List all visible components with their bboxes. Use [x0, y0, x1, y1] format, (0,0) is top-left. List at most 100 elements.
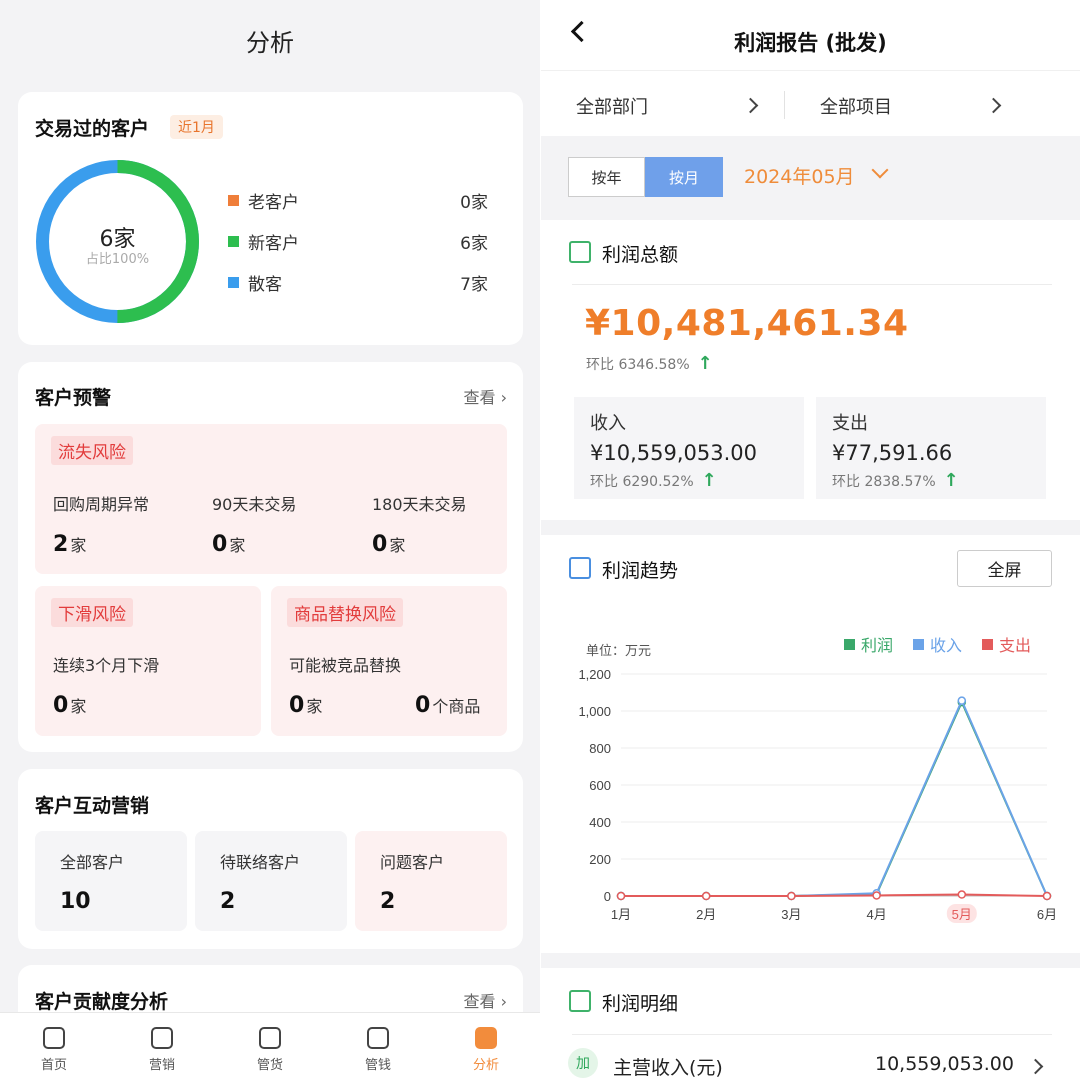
x-tick-label: 6月: [1037, 907, 1057, 922]
by-year-toggle[interactable]: 按年: [568, 157, 645, 197]
detail-value: 10,559,053.00: [874, 1053, 1014, 1075]
stat-value: ¥77,591.66: [832, 441, 953, 465]
nav-item-wallet[interactable]: 管钱: [324, 1013, 432, 1080]
chevron-down-icon[interactable]: [871, 161, 889, 179]
divider: [572, 1034, 1052, 1035]
traded-customers-card[interactable]: 交易过的客户 近1月 6家 占比100% 老客户 0家 新客户 6家 散客 7家: [18, 92, 523, 345]
y-tick-label: 0: [604, 889, 611, 904]
loss-risk-box[interactable]: 流失风险 回购周期异常 2家 90天未交易 0家 180天未交易 0家: [35, 424, 507, 574]
legend-swatch: [228, 276, 239, 288]
view-more-link[interactable]: 查看 ›: [464, 384, 508, 408]
series-line-2: [621, 698, 1048, 897]
by-month-toggle[interactable]: 按月: [645, 157, 723, 197]
analysis-icon: [475, 1027, 497, 1049]
risk-item-value: 2家: [53, 532, 87, 557]
risk-item-label: 180天未交易: [372, 495, 467, 514]
filter-label: 全部部门: [576, 97, 648, 118]
legend-profit[interactable]: 利润: [844, 632, 893, 656]
data-point: [1042, 891, 1052, 901]
filter-divider: [784, 91, 785, 119]
nav-item-analysis[interactable]: 分析: [432, 1013, 540, 1080]
risk-item-label: 连续3个月下滑: [53, 656, 160, 675]
risk-item-value: 0家: [289, 693, 323, 718]
filter-label: 全部项目: [820, 97, 892, 118]
section-title: 利润总额: [602, 244, 679, 266]
problem-customers-box[interactable]: 问题客户 2: [355, 831, 507, 931]
card-title: 客户互动营销: [35, 795, 150, 817]
chevron-right-icon: ›: [495, 992, 507, 1011]
wallet-icon: [367, 1027, 389, 1049]
decline-risk-box[interactable]: 下滑风险 连续3个月下滑 0家: [35, 586, 261, 736]
chevron-right-icon: [985, 97, 1002, 114]
legend-swatch: [913, 638, 924, 650]
y-tick-label: 200: [589, 852, 611, 867]
legend-new-customers: 新客户 6家: [228, 229, 488, 254]
filter-bar: 全部部门 全部项目: [541, 70, 1080, 136]
profit-total-section: 利润总额 ¥10,481,461.34 环比 6346.58% ↑ 收入 ¥10,…: [541, 220, 1080, 520]
legend-swatch: [844, 638, 855, 650]
y-tick-label: 600: [589, 778, 611, 793]
plus-badge: 加: [568, 1048, 598, 1078]
risk-item-label: 可能被竞品替换: [289, 656, 402, 675]
stat-ratio: 环比 6290.52% ↑: [590, 470, 717, 491]
series-line-3: [621, 893, 1048, 897]
all-customers-box[interactable]: 全部客户 10: [35, 831, 187, 931]
nav-label: 管货: [256, 1058, 283, 1073]
replace-risk-box[interactable]: 商品替换风险 可能被竞品替换 0家 0 个商品: [271, 586, 507, 736]
mini-label: 待联络客户: [220, 853, 301, 872]
data-point: [872, 891, 881, 900]
profit-detail-section: 利润明细 加 主营收入(元) 10,559,053.00: [541, 968, 1080, 1080]
divider: [572, 284, 1052, 285]
mini-value: 2: [380, 889, 396, 914]
page-title: 分析: [0, 0, 540, 80]
nav-label: 首页: [40, 1058, 67, 1073]
x-tick-label: 5月: [952, 907, 972, 922]
data-point: [701, 891, 711, 901]
legend-label: 收入: [930, 636, 963, 655]
left-screen: 分析 交易过的客户 近1月 6家 占比100% 老客户 0家 新客户 6家 散客…: [0, 0, 540, 1080]
nav-item-marketing[interactable]: 营销: [108, 1013, 216, 1080]
legend-label: 支出: [999, 636, 1032, 655]
view-more-link[interactable]: 查看 ›: [464, 988, 508, 1012]
data-point: [787, 891, 796, 901]
legend-label: 利润: [861, 636, 894, 655]
legend-label: 新客户: [248, 233, 299, 254]
pending-contact-box[interactable]: 待联络客户 2: [195, 831, 347, 931]
fullscreen-button[interactable]: 全屏: [957, 550, 1052, 587]
month-picker[interactable]: 2024年05月: [744, 162, 855, 189]
section-title: 利润明细: [602, 993, 679, 1015]
marketing-icon: [151, 1027, 173, 1049]
legend-value: 0家: [460, 192, 488, 213]
detail-label: 主营收入(元): [613, 1057, 723, 1079]
period-tag: 近1月: [170, 115, 223, 139]
x-tick-label: 1月: [611, 907, 631, 922]
nav-item-home[interactable]: 首页: [0, 1013, 108, 1080]
legend-value: 6家: [460, 233, 488, 254]
profit-trend-section: 利润趋势 全屏 单位：万元 利润 收入 支出 0 200 400 600 800 1,00…: [541, 535, 1080, 953]
view-more-label: 查看: [463, 388, 496, 407]
card-title: 客户预警: [35, 387, 112, 409]
legend-old-customers: 老客户 0家: [228, 188, 488, 213]
mini-value: 10: [60, 889, 91, 914]
profit-trend-chart: 0 200 400 600 800 1,000 1,200 1月 2月 3月 4月 5月 6月: [578, 667, 1057, 923]
mini-value: 2: [220, 889, 236, 914]
legend-income[interactable]: 收入: [913, 632, 962, 656]
stat-label: 支出: [832, 413, 868, 434]
nav-label: 营销: [148, 1058, 175, 1073]
x-tick-label: 4月: [866, 907, 886, 922]
legend-swatch: [228, 235, 239, 247]
risk-item-value: 0家: [372, 532, 406, 557]
arrow-up-icon: ↑: [701, 470, 717, 491]
stat-label: 收入: [590, 413, 626, 434]
top-bar: 利润报告 (批发): [541, 0, 1080, 70]
legend-value: 7家: [460, 274, 488, 295]
risk-item-label: 90天未交易: [212, 495, 297, 514]
series-line-1: [621, 699, 1048, 897]
risk-item-label: 回购周期异常: [53, 495, 150, 514]
nav-item-goods[interactable]: 管货: [216, 1013, 324, 1080]
expense-box: 支出 ¥77,591.66 环比 2838.57% ↑: [816, 397, 1046, 499]
income-box: 收入 ¥10,559,053.00 环比 6290.52% ↑: [574, 397, 804, 499]
legend-expense[interactable]: 支出: [982, 632, 1031, 656]
mini-label: 问题客户: [380, 853, 445, 872]
risk-item-value: 0家: [53, 693, 87, 718]
